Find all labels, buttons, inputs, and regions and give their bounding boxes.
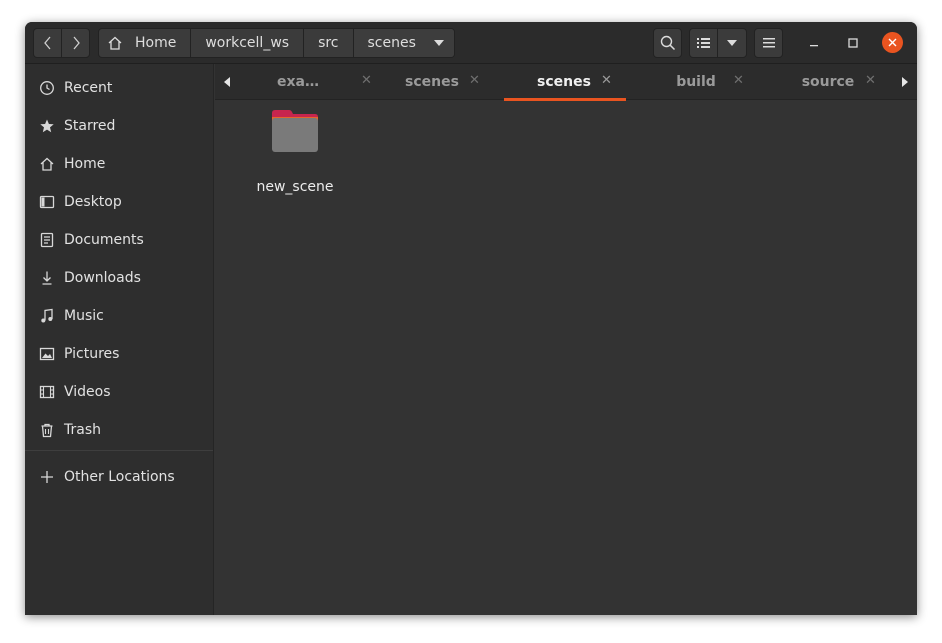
crumb-label: scenes [367, 35, 416, 51]
tab-bar: exa… ✕ scenes ✕ scenes ✕ build ✕ source … [215, 64, 917, 101]
hamburger-icon [762, 38, 775, 48]
plus-icon [39, 469, 55, 485]
sidebar-separator [25, 450, 213, 451]
sidebar-item-label: Music [64, 308, 104, 324]
search-button[interactable] [653, 28, 682, 58]
triangle-right-icon [902, 77, 908, 87]
close-icon[interactable]: ✕ [601, 73, 612, 88]
sidebar-item-label: Downloads [64, 270, 141, 286]
sidebar-item-trash[interactable]: Trash [25, 411, 214, 449]
crumb-label: src [318, 35, 339, 51]
sidebar: Recent Starred Home Desktop Documents Do… [25, 64, 214, 615]
sidebar-item-label: Pictures [64, 346, 120, 362]
close-icon[interactable]: ✕ [733, 73, 744, 88]
navigation-buttons [33, 28, 90, 58]
download-icon [39, 270, 55, 286]
maximize-icon [848, 38, 858, 48]
sidebar-item-label: Other Locations [64, 469, 175, 485]
minimize-icon [810, 45, 818, 47]
view-options-button[interactable] [717, 28, 747, 58]
sidebar-item-other-locations[interactable]: Other Locations [25, 458, 214, 496]
tab-exa[interactable]: exa… ✕ [239, 64, 372, 100]
tab-scenes-2[interactable]: scenes ✕ [504, 64, 626, 101]
forward-button[interactable] [62, 29, 89, 57]
close-icon [888, 38, 897, 47]
main-content: exa… ✕ scenes ✕ scenes ✕ build ✕ source … [215, 64, 917, 615]
tab-label: scenes [405, 74, 459, 90]
crumb-home[interactable]: Home [99, 29, 192, 57]
music-icon [39, 308, 55, 324]
document-icon [39, 232, 55, 248]
sidebar-item-pictures[interactable]: Pictures [25, 335, 214, 373]
crumb-label: workcell_ws [205, 35, 290, 51]
sidebar-item-label: Trash [64, 422, 101, 438]
picture-icon [39, 346, 55, 362]
tab-label: build [676, 74, 716, 90]
maximize-button[interactable] [843, 33, 863, 53]
sidebar-item-home[interactable]: Home [25, 145, 214, 183]
headerbar: Home workcell_ws src scenes [25, 22, 917, 64]
tab-scroll-right[interactable] [893, 64, 917, 100]
home-icon [39, 156, 55, 172]
crumb-workcell-ws[interactable]: workcell_ws [191, 29, 305, 57]
tab-label: source [801, 74, 855, 90]
file-name: new_scene [256, 179, 334, 195]
close-icon[interactable]: ✕ [469, 73, 480, 88]
tab-build[interactable]: build ✕ [635, 64, 757, 100]
crumb-src[interactable]: src [304, 29, 354, 57]
home-icon [108, 36, 122, 50]
tab-scroll-left[interactable] [215, 64, 239, 100]
close-icon[interactable]: ✕ [865, 73, 876, 88]
list-view-icon [696, 38, 710, 48]
triangle-left-icon [224, 77, 230, 87]
caret-down-icon [727, 40, 737, 46]
sidebar-item-recent[interactable]: Recent [25, 69, 214, 107]
sidebar-item-label: Desktop [64, 194, 122, 210]
sidebar-item-label: Starred [64, 118, 116, 134]
tab-scenes-1[interactable]: scenes ✕ [371, 64, 493, 100]
menu-button[interactable] [754, 28, 783, 58]
trash-icon [39, 422, 55, 438]
desktop-icon [39, 194, 55, 210]
minimize-button[interactable] [804, 33, 824, 53]
sidebar-item-documents[interactable]: Documents [25, 221, 214, 259]
sidebar-item-label: Recent [64, 80, 113, 96]
star-icon [39, 118, 55, 134]
film-icon [39, 384, 55, 400]
clock-icon [39, 80, 55, 96]
crumb-label: Home [135, 35, 177, 51]
sidebar-item-downloads[interactable]: Downloads [25, 259, 214, 297]
sidebar-item-videos[interactable]: Videos [25, 373, 214, 411]
sidebar-item-music[interactable]: Music [25, 297, 214, 335]
view-mode-button[interactable] [689, 28, 718, 58]
sidebar-item-label: Documents [64, 232, 144, 248]
sidebar-item-label: Videos [64, 384, 111, 400]
path-bar: Home workcell_ws src scenes [98, 28, 455, 58]
folder-icon [272, 110, 318, 152]
sidebar-item-starred[interactable]: Starred [25, 107, 214, 145]
sidebar-item-label: Home [64, 156, 106, 172]
caret-down-icon [433, 40, 444, 46]
sidebar-item-desktop[interactable]: Desktop [25, 183, 214, 221]
tab-label: exa… [277, 74, 319, 90]
crumb-scenes[interactable]: scenes [353, 29, 454, 57]
tab-label: scenes [537, 74, 591, 90]
search-icon [660, 35, 675, 51]
chevron-left-icon [43, 36, 50, 50]
tab-source[interactable]: source ✕ [767, 64, 889, 100]
back-button[interactable] [34, 29, 62, 57]
close-button[interactable] [882, 32, 903, 53]
file-manager-window: Home workcell_ws src scenes Recent Starr… [25, 22, 917, 615]
folder-item[interactable]: new_scene [245, 109, 345, 195]
chevron-right-icon [73, 36, 80, 50]
